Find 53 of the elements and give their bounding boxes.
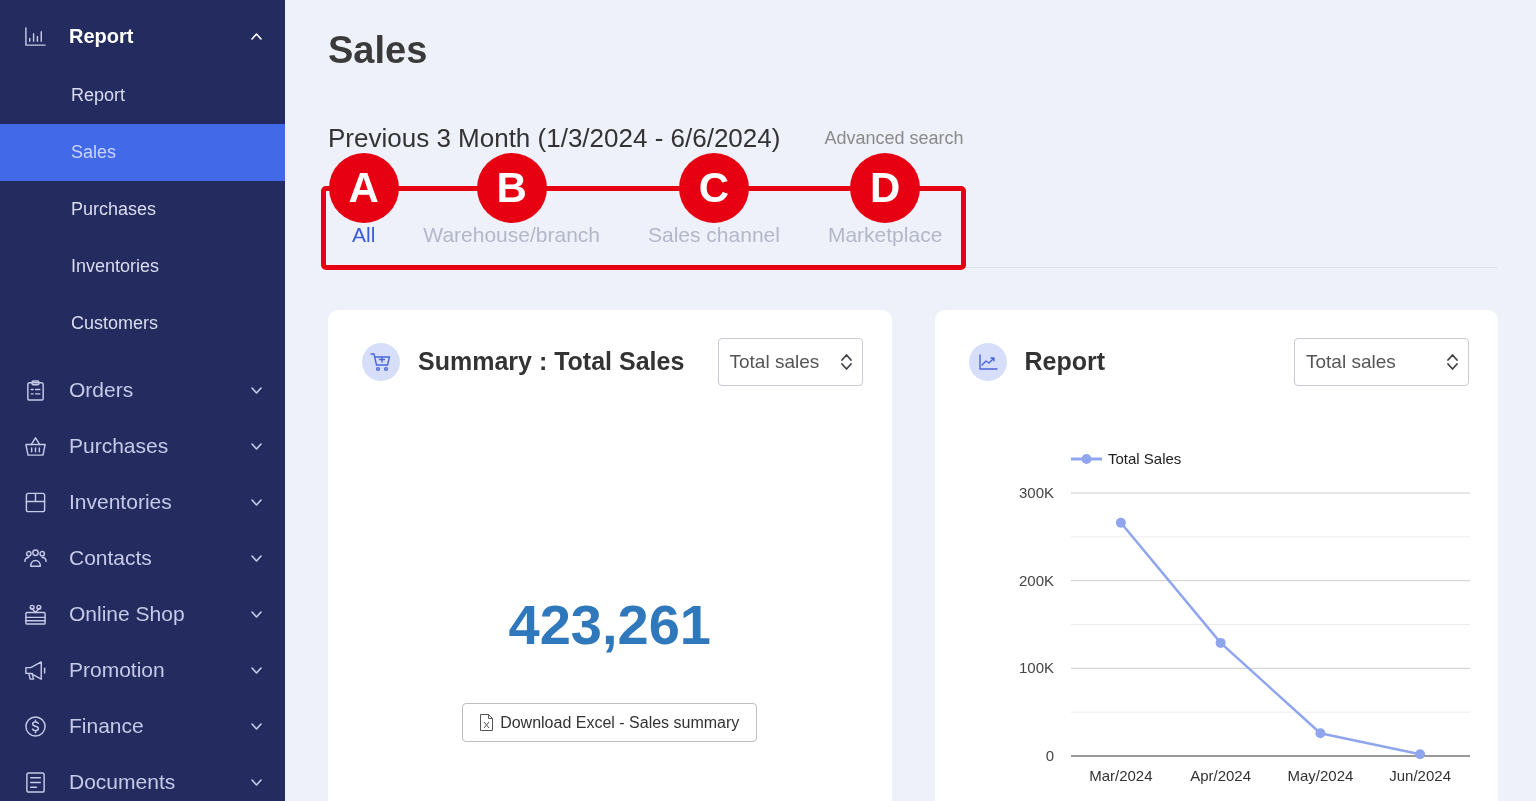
sidebar-menu-item[interactable]: Inventories [0, 474, 285, 530]
sidebar-subitem[interactable]: Customers [0, 295, 285, 352]
megaphone-icon [24, 658, 47, 682]
sidebar-subitem[interactable]: Report [0, 67, 285, 124]
sidebar-menu-item[interactable]: Orders [0, 362, 285, 418]
page-title: Sales [328, 28, 428, 73]
sidebar-menu-item[interactable]: Promotion [0, 642, 285, 698]
annotation-marker: C [678, 153, 749, 223]
updown-chevron-icon [1447, 354, 1458, 370]
data-point [1215, 637, 1226, 648]
sidebar-menu-item[interactable]: Finance [0, 698, 285, 754]
date-range-label: Previous 3 Month (1/3/2024 - 6/6/2024) [328, 123, 781, 153]
card-title: Summary : Total Sales [418, 346, 685, 378]
select-field[interactable]: Total sales [1294, 338, 1469, 386]
basket-icon [24, 434, 47, 458]
tab[interactable]: All [328, 223, 400, 267]
excel-file-icon [480, 714, 494, 731]
data-point [1314, 728, 1325, 739]
sidebar-subitem[interactable]: Inventories [0, 238, 285, 295]
card-title: Report [1024, 346, 1106, 378]
axis-label: May/2024 [1286, 767, 1353, 784]
people-icon [24, 546, 47, 570]
box-icon [24, 490, 47, 514]
download-button[interactable]: Download Excel - Sales summary [462, 703, 758, 742]
axis-label: 0 [1045, 747, 1054, 764]
sidebar-subitem[interactable]: Purchases [0, 181, 285, 238]
annotation-marker: D [850, 153, 921, 223]
sidebar-menu-item[interactable]: Documents [0, 754, 285, 801]
total-sales-value: 423,261 [508, 595, 711, 655]
sidebar-menu-item[interactable]: Online Shop [0, 586, 285, 642]
updown-chevron-icon [840, 354, 852, 370]
data-point [1115, 517, 1126, 528]
axis-label: Mar/2024 [1088, 767, 1153, 784]
line-chart-icon [968, 343, 1007, 381]
clipboard-icon [24, 378, 47, 402]
sidebar-menu-item[interactable]: Report [0, 8, 285, 64]
dollar-circle-icon [24, 714, 47, 738]
axis-label: Apr/2024 [1189, 767, 1251, 784]
sidebar-menu-item[interactable]: Purchases [0, 418, 285, 474]
axis-label: Jun/2024 [1388, 767, 1451, 784]
annotation-marker: A [328, 153, 399, 223]
data-point [1414, 749, 1425, 760]
axis-label: 200K [1018, 571, 1054, 589]
cart-icon [362, 343, 400, 381]
bar-chart-icon [24, 24, 47, 48]
axis-label: 300K [1018, 484, 1054, 501]
sidebar-menu-item[interactable]: Contacts [0, 530, 285, 586]
axis-label: 100K [1018, 659, 1054, 677]
legend-label: Total Sales [1107, 450, 1181, 467]
annotation-marker: B [476, 153, 547, 223]
document-icon [24, 770, 47, 794]
gift-box-icon [24, 602, 47, 626]
select-field[interactable]: Total sales [717, 338, 863, 386]
